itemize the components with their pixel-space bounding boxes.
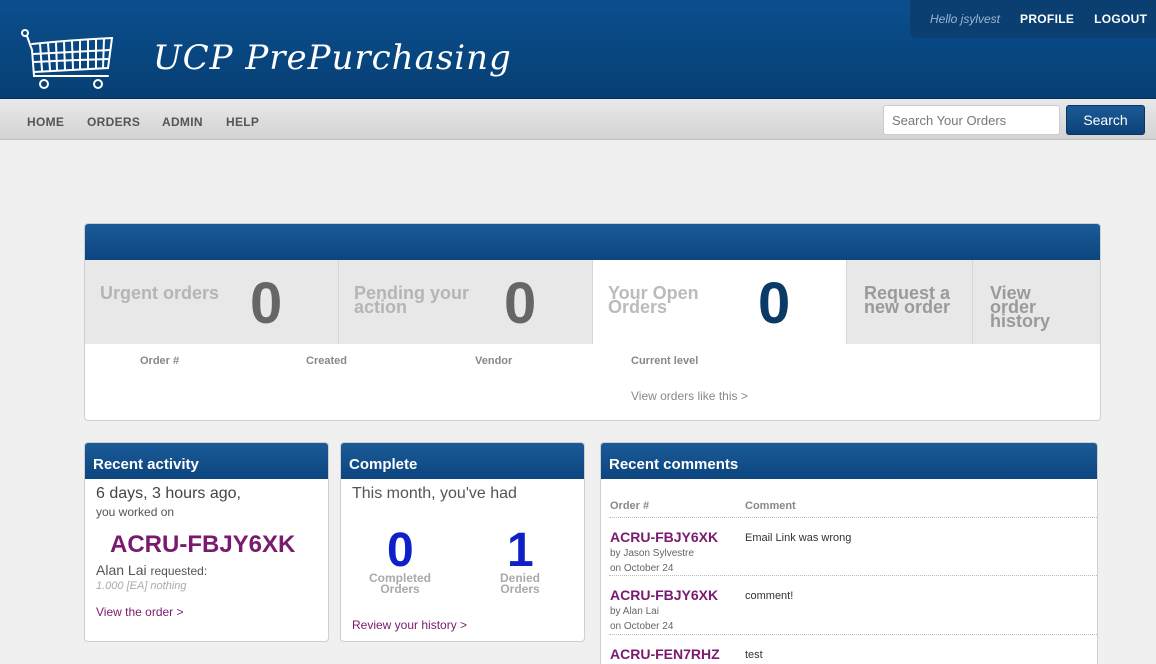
search-button[interactable]: Search [1066,105,1145,135]
activity-item: 1.000 [EA] nothing [96,580,187,592]
completed-label-line2: Orders [380,582,420,596]
comment-order-link[interactable]: ACRU-FBJY6XK [610,529,718,545]
user-greeting: Hello jsylvest [930,12,1001,26]
shopping-cart-logo-icon[interactable] [20,28,115,92]
comment-text: Email Link was wrong [745,532,852,544]
tab-label: Your Open Orders [608,283,699,317]
profile-link[interactable]: PROFILE [1020,12,1074,26]
urgent-count: 0 [250,271,283,336]
orders-dashboard: Urgent orders 0 Pending your action 0 Yo… [84,223,1101,421]
column-header-level: Current level [631,355,699,367]
app-header: UCP PrePurchasing Hello jsylvest PROFILE… [0,0,1156,99]
review-history-link[interactable]: Review your history > [352,618,467,632]
divider [609,517,1097,518]
comment-order-link[interactable]: ACRU-FBJY6XK [610,587,718,603]
activity-time: 6 days, 3 hours ago, [96,485,241,502]
complete-intro: This month, you've had [352,485,517,502]
activity-order-link[interactable]: ACRU-FBJY6XK [110,531,295,559]
complete-card: Complete This month, you've had 0 Comple… [340,442,585,642]
logout-link[interactable]: LOGOUT [1094,12,1147,26]
card-title: Complete [341,443,584,479]
tab-view-order-history[interactable]: View order history [973,260,1100,344]
column-header-order: Order # [140,355,180,367]
app-title: UCP PrePurchasing [153,38,512,78]
open-orders-count: 0 [758,271,791,336]
nav-help[interactable]: HELP [226,115,259,129]
denied-count: 1 [507,524,534,577]
search-input[interactable] [883,105,1060,135]
card-title: Recent comments [601,443,1097,479]
requester-name: Alan Lai [96,562,147,578]
denied-label: Denied Orders [480,572,560,596]
nav-admin[interactable]: ADMIN [162,115,203,129]
column-header-created: Created [306,355,347,367]
comment-by: by Alan Lai [610,606,659,617]
comment-author: by Jason Sylvestre on October 24 [610,546,694,576]
view-orders-like-this-link[interactable]: View orders like this > [631,389,748,403]
divider [609,575,1097,576]
tab-label: Pending your action [354,283,470,317]
tab-open-orders[interactable]: Your Open Orders 0 [593,260,847,344]
nav-home[interactable]: HOME [27,115,64,129]
comment-text: test [745,649,763,661]
comment-by: by Jason Sylvestre [610,548,694,559]
comment-date: on October 24 [610,621,674,632]
user-bar: Hello jsylvest PROFILE LOGOUT [910,0,1156,38]
completed-count: 0 [387,524,414,577]
tab-pending-action[interactable]: Pending your action 0 [339,260,593,344]
tab-label: View order history [990,283,1051,331]
comment-text: comment! [745,590,794,602]
comment-author: by Alan Lai on October 24 [610,604,673,634]
nav-orders[interactable]: ORDERS [87,115,140,129]
column-header-order: Order # [610,500,650,512]
requested-word: requested: [150,564,208,578]
tab-label: Urgent orders [100,283,220,303]
dashboard-header-bar [85,224,1100,260]
activity-requester: Alan Lai requested: [96,562,207,578]
card-title: Recent activity [85,443,328,479]
recent-activity-card: Recent activity 6 days, 3 hours ago, you… [84,442,329,642]
pending-count: 0 [504,271,537,336]
divider [609,634,1097,635]
denied-label-line2: Orders [500,582,540,596]
tab-label: Request a new order [864,283,951,317]
recent-comments-card: Recent comments Order # Comment ACRU-FBJ… [600,442,1098,664]
comment-date: on October 24 [610,563,674,574]
view-order-link[interactable]: View the order > [96,605,184,619]
completed-label: Completed Orders [360,572,440,596]
column-header-comment: Comment [745,500,796,512]
comment-order-link[interactable]: ACRU-FEN7RHZ [610,646,720,662]
tab-request-new-order[interactable]: Request a new order [847,260,973,344]
activity-worked-on: you worked on [96,505,175,519]
column-header-vendor: Vendor [475,355,513,367]
tab-urgent-orders[interactable]: Urgent orders 0 [85,260,339,344]
